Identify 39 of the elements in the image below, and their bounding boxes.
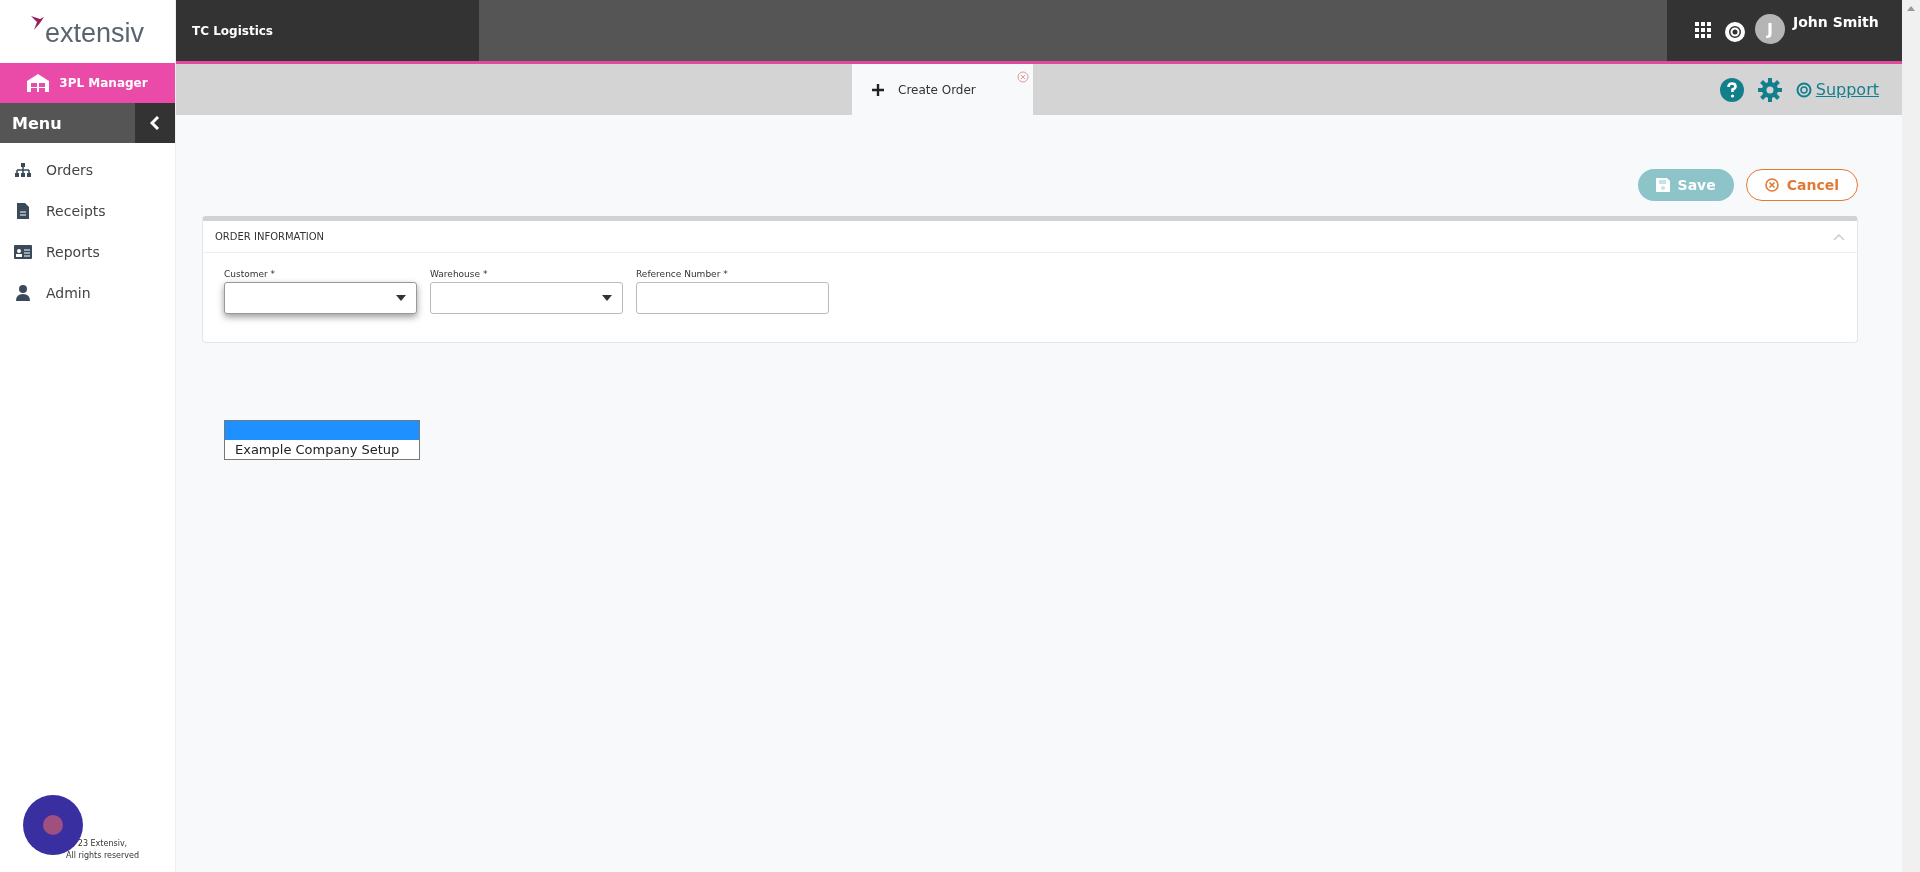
lifebuoy-icon	[1795, 81, 1812, 98]
scroll-up-icon[interactable]	[1907, 6, 1915, 11]
caret-icon	[602, 295, 612, 301]
chevron-left-icon	[150, 116, 160, 130]
lifebuoy-icon[interactable]	[1725, 22, 1745, 42]
close-icon[interactable]	[1017, 71, 1029, 83]
dropdown-field[interactable]	[430, 282, 623, 314]
company-name: TC Logistics	[192, 23, 273, 38]
product-name: 3PL Manager	[59, 76, 148, 90]
collapse-menu-button[interactable]	[135, 103, 175, 143]
plus-icon	[872, 83, 884, 96]
document-icon	[14, 202, 32, 219]
copyright-text: All rights reserved	[65, 850, 140, 862]
id-card-icon	[14, 244, 32, 259]
warehouse-icon	[27, 74, 50, 92]
dropdown-field[interactable]	[224, 282, 417, 314]
tab[interactable]: Create Order	[852, 64, 1033, 115]
menu-item[interactable]: Orders	[0, 149, 175, 190]
input-field[interactable]	[636, 282, 829, 314]
menu-item[interactable]: Admin	[0, 272, 175, 313]
caret-icon	[396, 295, 406, 301]
menu-item[interactable]: Reports	[0, 231, 175, 272]
logo-text: extensiv	[44, 18, 145, 49]
scrollbar[interactable]	[1902, 0, 1920, 872]
field-label: Reference Number *	[636, 269, 729, 279]
sitemap-icon	[14, 162, 32, 177]
dropdown-option[interactable]: Example Company Setup	[225, 440, 419, 459]
menu-title: Menu	[11, 113, 62, 133]
chevron-up-icon[interactable]	[1833, 232, 1845, 241]
field-label: Customer *	[224, 269, 277, 279]
help-icon[interactable]	[1719, 77, 1744, 102]
user-name[interactable]: John Smith	[1793, 14, 1879, 30]
copyright-text: 23 Extensiv,	[77, 838, 128, 850]
section-title: ORDER INFORMATION	[215, 231, 325, 242]
close-circle-icon	[1764, 178, 1779, 192]
menu-item[interactable]: Receipts	[0, 190, 175, 231]
user-icon	[14, 284, 32, 301]
apps-grid-icon[interactable]	[1695, 22, 1711, 38]
field-label: Warehouse *	[430, 269, 489, 279]
